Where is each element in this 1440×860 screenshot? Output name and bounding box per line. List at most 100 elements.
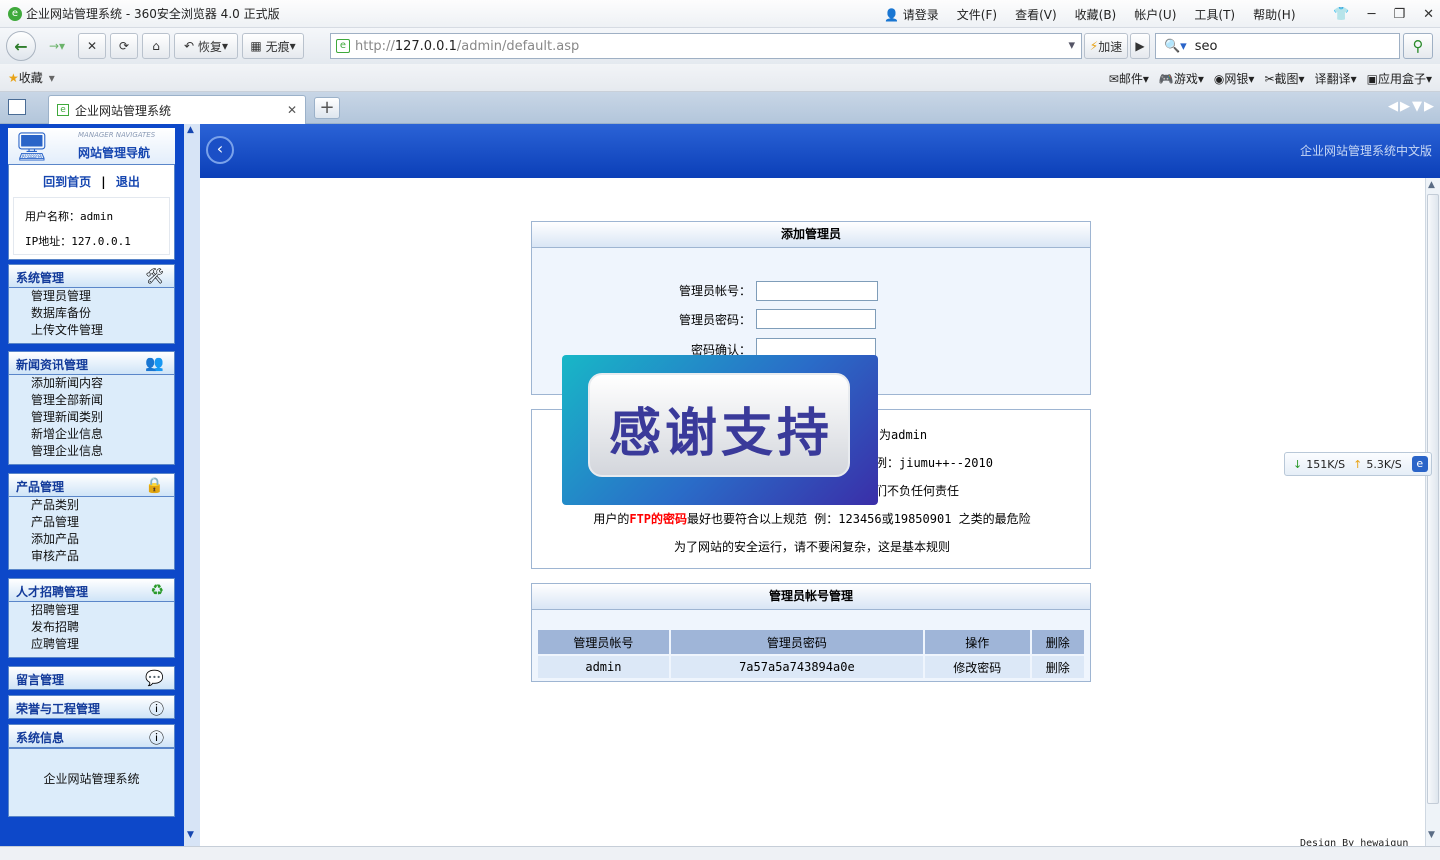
skin-icon[interactable]: 👕 bbox=[1333, 7, 1349, 22]
overlay-text: 感谢支持 bbox=[608, 404, 833, 464]
content-scrollbar[interactable]: ▲ ▼ bbox=[1425, 178, 1440, 846]
nav-post-job[interactable]: 发布招聘 bbox=[9, 619, 174, 636]
bank-button[interactable]: ◉网银▾ bbox=[1214, 70, 1255, 87]
favorites-dropdown-icon[interactable]: ▾ bbox=[49, 71, 55, 85]
nav-news-categories[interactable]: 管理新闻类别 bbox=[9, 409, 174, 426]
browser-logo-icon: e bbox=[8, 6, 22, 21]
home-icon: ⌂ bbox=[152, 39, 160, 53]
change-password-link[interactable]: 修改密码 bbox=[924, 656, 1030, 678]
nav-job-manage[interactable]: 招聘管理 bbox=[9, 602, 174, 619]
group-products-header[interactable]: 产品管理 🔒 bbox=[8, 473, 175, 497]
group-news-header[interactable]: 新闻资讯管理 👥 bbox=[8, 351, 175, 375]
note-line-3: 们不负任何责任 bbox=[875, 484, 960, 498]
nav-add-news[interactable]: 添加新闻内容 bbox=[9, 375, 174, 392]
ie-mode-icon[interactable]: e bbox=[1411, 456, 1428, 472]
url-path: /admin/default.asp bbox=[456, 38, 580, 54]
nav-add-product[interactable]: 添加产品 bbox=[9, 531, 174, 548]
menu-file[interactable]: 文件(F) bbox=[957, 6, 997, 23]
left-nav-frame: 🖥 MANAGER NAVIGATES 网站管理导航 回到首页 | 退出 用户名… bbox=[0, 124, 200, 846]
group-messages-header[interactable]: 留言管理 💬 bbox=[8, 666, 175, 690]
restore-button[interactable]: ↶ 恢复 ▾ bbox=[174, 33, 238, 59]
menu-view[interactable]: 查看(V) bbox=[1015, 6, 1057, 23]
scroll-thumb[interactable] bbox=[1427, 194, 1439, 804]
search-value: seo bbox=[1194, 38, 1218, 54]
menu-account[interactable]: 帐户(U) bbox=[1134, 6, 1176, 23]
stop-button[interactable]: ✕ bbox=[78, 33, 106, 59]
back-button[interactable]: ← bbox=[6, 31, 36, 61]
home-button[interactable]: ⌂ bbox=[142, 33, 170, 59]
nav-admin-manage[interactable]: 管理员管理 bbox=[9, 288, 174, 305]
translate-button[interactable]: 译翻译▾ bbox=[1315, 70, 1357, 87]
group-sysinfo-header[interactable]: 系统信息 ⓘ bbox=[8, 724, 175, 748]
scroll-up-icon[interactable]: ▲ bbox=[187, 125, 194, 135]
search-button[interactable]: ⚲ bbox=[1403, 33, 1433, 59]
admin-password-input[interactable] bbox=[756, 309, 876, 329]
search-input[interactable]: 🔍▾ seo bbox=[1155, 33, 1400, 59]
minimize-icon[interactable]: ─ bbox=[1368, 7, 1376, 22]
nav-upload-manage[interactable]: 上传文件管理 bbox=[9, 322, 174, 339]
menu-tools[interactable]: 工具(T) bbox=[1194, 6, 1235, 23]
nav-product-manage[interactable]: 产品管理 bbox=[9, 514, 174, 531]
address-dropdown-icon[interactable]: ▾ bbox=[1068, 38, 1075, 53]
refresh-button[interactable]: ⟳ bbox=[110, 33, 138, 59]
games-button[interactable]: 🎮游戏▾ bbox=[1159, 70, 1204, 87]
network-speed-widget[interactable]: ↓ 151K/S ↑ 5.3K/S e bbox=[1284, 452, 1432, 476]
collapse-nav-button[interactable]: ‹ bbox=[206, 136, 234, 164]
download-arrow-icon: ↓ bbox=[1293, 457, 1303, 471]
content-scroll-down-icon[interactable]: ▼ bbox=[1428, 830, 1435, 840]
group-system-header[interactable]: 系统管理 🛠 bbox=[8, 264, 175, 288]
left-frame-scrollbar[interactable]: ▲ ▼ bbox=[184, 124, 200, 846]
admin-account-input[interactable] bbox=[756, 281, 878, 301]
chevron-left-icon: ‹ bbox=[216, 139, 224, 158]
address-bar[interactable]: e http://127.0.0.1/admin/default.asp ▾ bbox=[330, 33, 1082, 59]
nav-manage-news[interactable]: 管理全部新闻 bbox=[9, 392, 174, 409]
accelerate-button[interactable]: ⚡ 加速 bbox=[1084, 33, 1128, 59]
login-link[interactable]: 👤 请登录 bbox=[884, 6, 939, 23]
screenshot-button[interactable]: ✂截图▾ bbox=[1264, 70, 1304, 87]
menu-help[interactable]: 帮助(H) bbox=[1253, 6, 1295, 23]
scroll-down-icon[interactable]: ▼ bbox=[187, 830, 194, 840]
nav-add-company-info[interactable]: 新增企业信息 bbox=[9, 426, 174, 443]
nav-product-categories[interactable]: 产品类别 bbox=[9, 497, 174, 514]
forward-button[interactable]: →▾ bbox=[40, 33, 74, 59]
restore-label: 恢复 bbox=[197, 39, 222, 54]
sidebar-toggle-icon[interactable] bbox=[8, 99, 26, 115]
nav-db-backup[interactable]: 数据库备份 bbox=[9, 305, 174, 322]
group-news-title: 新闻资讯管理 bbox=[16, 358, 89, 372]
close-window-icon[interactable]: ✕ bbox=[1423, 7, 1434, 22]
lock-icon: 🔒 bbox=[145, 476, 164, 494]
ip-label: IP地址：127.0.0.1 bbox=[25, 235, 131, 248]
home-link[interactable]: 回到首页 bbox=[43, 175, 91, 189]
logout-link[interactable]: 退出 bbox=[116, 175, 140, 189]
people-icon: 👥 bbox=[145, 354, 164, 372]
table-row: admin 7a57a5a743894a0e 修改密码 删除 bbox=[538, 656, 1084, 678]
search-engine-icon[interactable]: 🔍▾ bbox=[1164, 39, 1187, 54]
play-button[interactable]: ▶ bbox=[1130, 33, 1150, 59]
accounts-table: 管理员帐号 管理员密码 操作 删除 admin 7a57a5a743894a0e… bbox=[536, 628, 1086, 680]
bank-label: 网银 bbox=[1224, 71, 1249, 86]
address-url[interactable]: http://127.0.0.1/admin/default.asp bbox=[355, 39, 579, 54]
group-jobs-header[interactable]: 人才招聘管理 ♻ bbox=[8, 578, 175, 602]
content-scroll-up-icon[interactable]: ▲ bbox=[1428, 180, 1435, 190]
nav-applicant-manage[interactable]: 应聘管理 bbox=[9, 636, 174, 653]
mail-button[interactable]: ✉邮件▾ bbox=[1109, 70, 1149, 87]
group-system-items: 管理员管理 数据库备份 上传文件管理 bbox=[8, 288, 175, 344]
tab-close-icon[interactable]: ✕ bbox=[287, 103, 297, 117]
nav-review-product[interactable]: 审核产品 bbox=[9, 548, 174, 565]
favorites-button[interactable]: 收藏 bbox=[19, 69, 43, 86]
col-delete: 删除 bbox=[1031, 630, 1084, 654]
group-honors-header[interactable]: 荣誉与工程管理 ⓘ bbox=[8, 695, 175, 719]
col-account: 管理员帐号 bbox=[538, 630, 669, 654]
incognito-button[interactable]: ▦ 无痕 ▾ bbox=[242, 33, 304, 59]
play-icon: ▶ bbox=[1135, 39, 1145, 53]
delete-link[interactable]: 删除 bbox=[1031, 656, 1084, 678]
translate-label: 翻译 bbox=[1326, 71, 1351, 86]
menu-favorites[interactable]: 收藏(B) bbox=[1075, 6, 1117, 23]
add-admin-title: 添加管理员 bbox=[532, 222, 1090, 248]
app-box-button[interactable]: ▣应用盒子▾ bbox=[1367, 70, 1432, 87]
nav-manage-company-info[interactable]: 管理企业信息 bbox=[9, 443, 174, 460]
tab-nav-icons[interactable]: ◀▶▼▶ bbox=[1388, 99, 1436, 114]
tab-admin-system[interactable]: e 企业网站管理系统 ✕ bbox=[48, 95, 306, 124]
new-tab-button[interactable]: + bbox=[314, 97, 340, 119]
maximize-icon[interactable]: ❐ bbox=[1393, 7, 1405, 22]
